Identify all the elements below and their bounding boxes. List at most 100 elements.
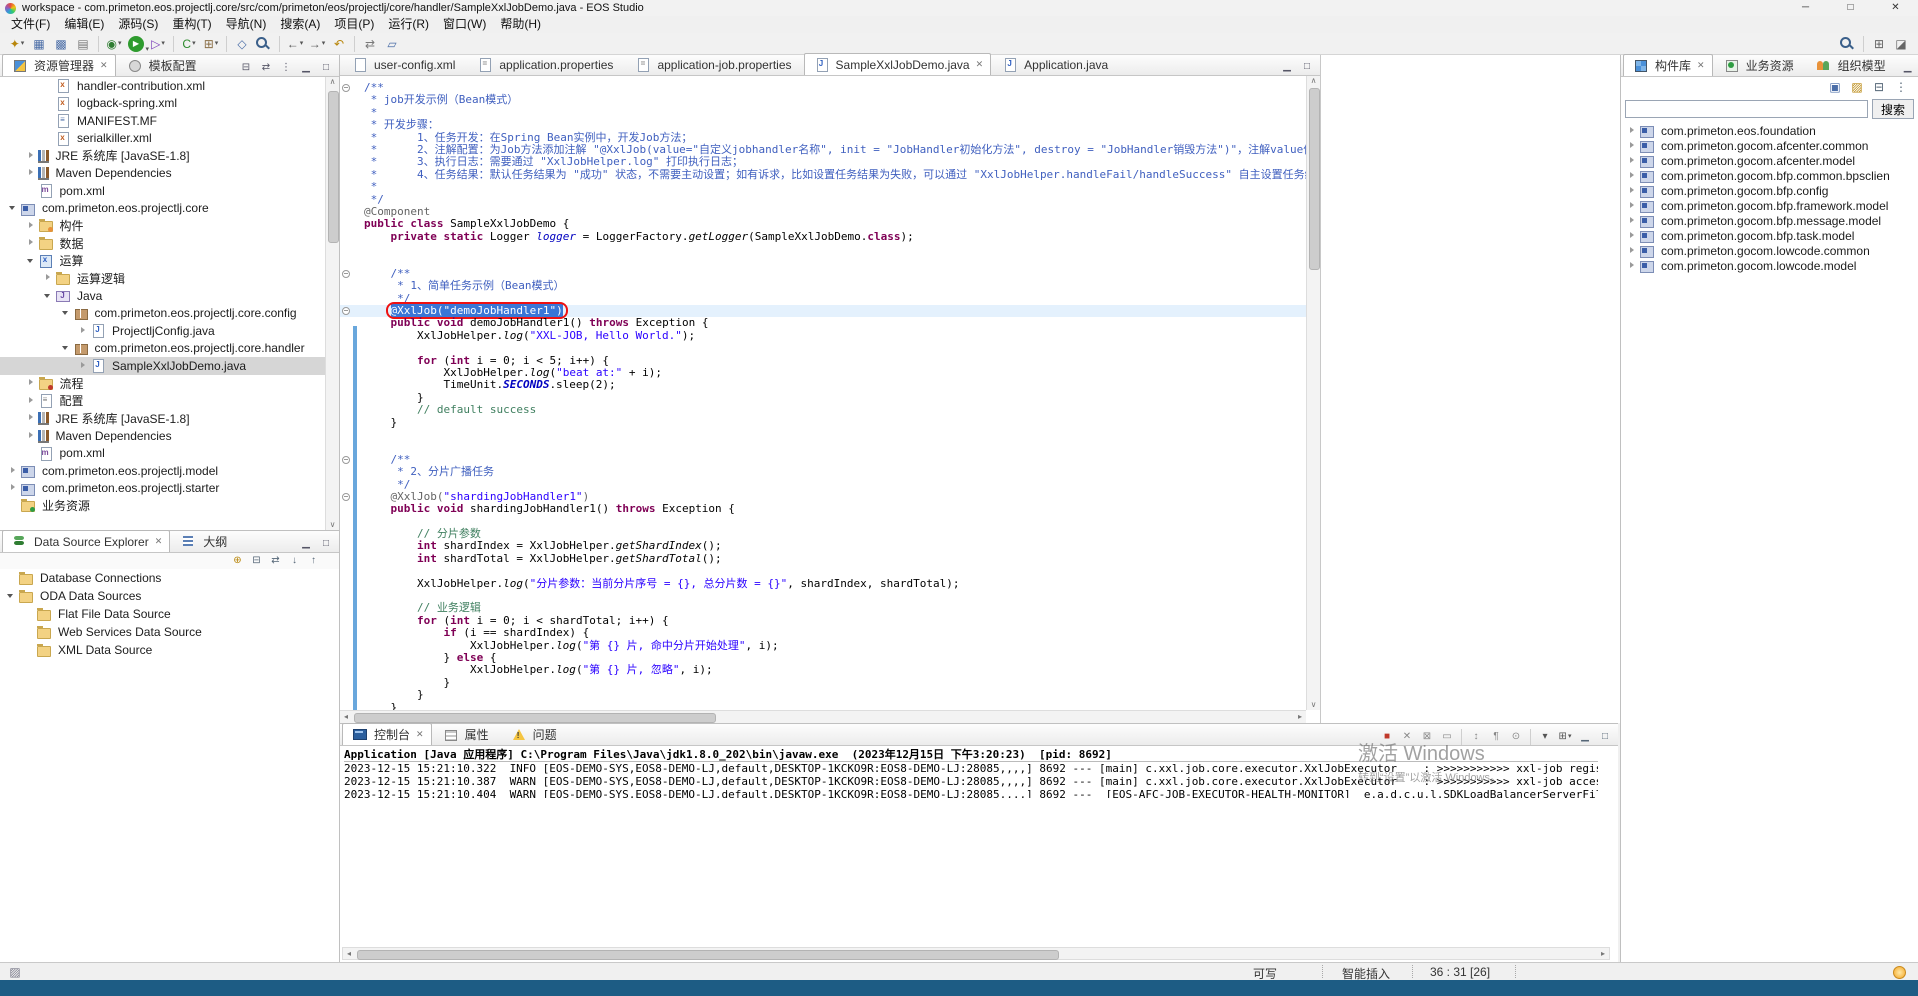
chevron-collapsed-icon[interactable] xyxy=(26,238,36,248)
tree-item[interactable]: Maven Dependencies xyxy=(0,165,325,183)
tab-resource-explorer[interactable]: 资源管理器✕ xyxy=(2,54,116,76)
show-components-icon[interactable]: ▣ xyxy=(1825,77,1845,97)
tree-item[interactable]: JRE 系统库 [JavaSE-1.8] xyxy=(0,410,325,428)
chevron-expanded-icon[interactable] xyxy=(43,291,53,301)
tree-item[interactable]: com.primeton.eos.projectlj.starter xyxy=(0,480,325,498)
tree-item[interactable]: com.primeton.gocom.bfp.message.model xyxy=(1621,213,1918,228)
library-search-button[interactable]: 搜索 xyxy=(1872,99,1914,119)
close-icon[interactable]: ✕ xyxy=(416,729,424,740)
tree-item[interactable]: com.primeton.gocom.lowcode.common xyxy=(1621,243,1918,258)
open-console-icon[interactable]: ⊞▾ xyxy=(1556,728,1574,745)
minimize-view-icon[interactable]: ▁ xyxy=(297,59,315,76)
scrollbar-thumb[interactable] xyxy=(1309,88,1320,270)
link-with-editor-icon[interactable]: ⇄ xyxy=(267,553,284,569)
link-with-editor-icon[interactable]: ⇄ xyxy=(360,34,380,54)
tree-item[interactable]: com.primeton.eos.projectlj.core.handler xyxy=(0,340,325,358)
scroll-left-arrow-icon[interactable]: ◂ xyxy=(341,712,351,721)
tree-item[interactable]: com.primeton.eos.projectlj.model xyxy=(0,462,325,480)
tips-bulb-icon[interactable] xyxy=(1893,966,1906,979)
tree-item[interactable]: MANIFEST.MF xyxy=(0,112,325,130)
chevron-collapsed-icon[interactable] xyxy=(1627,216,1637,226)
explorer-vertical-scrollbar[interactable]: ∧ ∨ xyxy=(325,77,339,530)
chevron-collapsed-icon[interactable] xyxy=(1627,156,1637,166)
tab-application-java[interactable]: Application.java xyxy=(992,53,1119,75)
import-profile-icon[interactable]: ↓ xyxy=(286,553,303,569)
new-java-package-icon[interactable]: ⊞▾ xyxy=(201,34,221,54)
chevron-expanded-icon[interactable] xyxy=(6,591,16,601)
view-menu-icon[interactable]: ⋮ xyxy=(277,59,295,76)
tree-item[interactable]: logback-spring.xml xyxy=(0,95,325,113)
pin-console-icon[interactable]: ⊙ xyxy=(1507,728,1525,745)
tab-properties[interactable]: 属性 xyxy=(433,723,500,745)
chevron-collapsed-icon[interactable] xyxy=(43,273,53,283)
tree-item[interactable]: pom.xml xyxy=(0,445,325,463)
tab-organization-model[interactable]: 组织模型 xyxy=(1806,54,1897,76)
save-all-icon[interactable]: ▩ xyxy=(51,34,71,54)
link-with-editor-icon[interactable]: ⇄ xyxy=(257,59,275,76)
scroll-right-arrow-icon[interactable]: ▸ xyxy=(1295,712,1305,721)
chevron-collapsed-icon[interactable] xyxy=(1627,171,1637,181)
export-profile-icon[interactable]: ↑ xyxy=(305,553,322,569)
menu-item[interactable]: 源码(S) xyxy=(111,16,165,33)
tab-data-source-explorer[interactable]: Data Source Explorer✕ xyxy=(2,530,170,552)
scrollbar-thumb[interactable] xyxy=(357,950,1059,960)
minimize-view-icon[interactable]: ▁ xyxy=(1576,728,1594,745)
chevron-collapsed-icon[interactable] xyxy=(1627,141,1637,151)
chevron-collapsed-icon[interactable] xyxy=(26,413,36,423)
tree-item[interactable]: Flat File Data Source xyxy=(0,605,339,623)
scrollbar-thumb[interactable] xyxy=(328,91,339,243)
tab-samplexxljobdemo-java[interactable]: SampleXxlJobDemo.java✕ xyxy=(804,53,992,75)
chevron-collapsed-icon[interactable] xyxy=(26,378,36,388)
chevron-collapsed-icon[interactable] xyxy=(78,326,88,336)
scroll-lock-icon[interactable]: ↕ xyxy=(1467,728,1485,745)
display-selected-console-icon[interactable]: ▾ xyxy=(1536,728,1554,745)
chevron-collapsed-icon[interactable] xyxy=(1627,246,1637,256)
menu-item[interactable]: 导航(N) xyxy=(219,16,274,33)
menu-item[interactable]: 运行(R) xyxy=(381,16,436,33)
view-menu-icon[interactable]: ⋮ xyxy=(1891,77,1911,97)
editor-body[interactable]: /** * job开发示例（Bean模式） * * 开发步骤： * 1、任务开发… xyxy=(340,76,1320,723)
tree-item[interactable]: Web Services Data Source xyxy=(0,623,339,641)
close-icon[interactable]: ✕ xyxy=(100,60,108,71)
remove-all-launches-icon[interactable]: ⊠ xyxy=(1418,728,1436,745)
console-horizontal-scrollbar[interactable]: ◂ ▸ xyxy=(342,947,1610,960)
collapse-all-icon[interactable]: ⊟ xyxy=(248,553,265,569)
maximize-window-button[interactable]: □ xyxy=(1828,0,1873,16)
tab-application-job-properties[interactable]: application-job.properties xyxy=(625,53,802,75)
open-perspective-icon[interactable]: ⊞ xyxy=(1869,34,1889,54)
tab-outline[interactable]: 大纲 xyxy=(171,530,238,552)
tree-item[interactable]: com.primeton.gocom.afcenter.model xyxy=(1621,153,1918,168)
scroll-left-arrow-icon[interactable]: ◂ xyxy=(344,949,354,958)
search-icon[interactable] xyxy=(254,35,274,52)
tree-item[interactable]: 运算 xyxy=(0,252,325,270)
new-connection-profile-icon[interactable]: ⊕ xyxy=(229,553,246,569)
maximize-view-icon[interactable]: □ xyxy=(317,59,335,76)
chevron-collapsed-icon[interactable] xyxy=(8,466,18,476)
chevron-collapsed-icon[interactable] xyxy=(1627,261,1637,271)
chevron-collapsed-icon[interactable] xyxy=(26,151,36,161)
tree-item[interactable]: 流程 xyxy=(0,375,325,393)
scroll-right-arrow-icon[interactable]: ▸ xyxy=(1598,949,1608,958)
tree-item[interactable]: ProjectljConfig.java xyxy=(0,322,325,340)
tree-item[interactable]: SampleXxlJobDemo.java xyxy=(0,357,325,375)
tree-item[interactable]: ODA Data Sources xyxy=(0,587,339,605)
fold-minus-icon[interactable] xyxy=(342,307,350,315)
tree-item[interactable]: 业务资源 xyxy=(0,497,325,515)
forward-icon[interactable]: →▾ xyxy=(307,34,327,54)
chevron-expanded-icon[interactable] xyxy=(61,308,71,318)
close-window-button[interactable]: ✕ xyxy=(1873,0,1918,16)
tree-item[interactable]: 配置 xyxy=(0,392,325,410)
maximize-view-icon[interactable]: □ xyxy=(317,535,335,552)
minimize-view-icon[interactable]: ▁ xyxy=(1899,59,1917,76)
terminate-icon[interactable]: ■ xyxy=(1378,728,1396,745)
close-icon[interactable]: ✕ xyxy=(1697,60,1705,71)
quick-access-icon[interactable]: ▨ xyxy=(5,963,25,981)
chevron-expanded-icon[interactable] xyxy=(26,256,36,266)
menu-item[interactable]: 窗口(W) xyxy=(436,16,493,33)
maximize-view-icon[interactable]: □ xyxy=(1298,58,1316,75)
run-external-tools-icon[interactable]: ▷▾ xyxy=(148,34,168,54)
close-icon[interactable]: ✕ xyxy=(976,59,984,70)
tree-item[interactable]: com.primeton.eos.projectlj.core.config xyxy=(0,305,325,323)
tab-template-config[interactable]: 模板配置 xyxy=(117,54,208,76)
tree-item[interactable]: com.primeton.gocom.afcenter.common xyxy=(1621,138,1918,153)
